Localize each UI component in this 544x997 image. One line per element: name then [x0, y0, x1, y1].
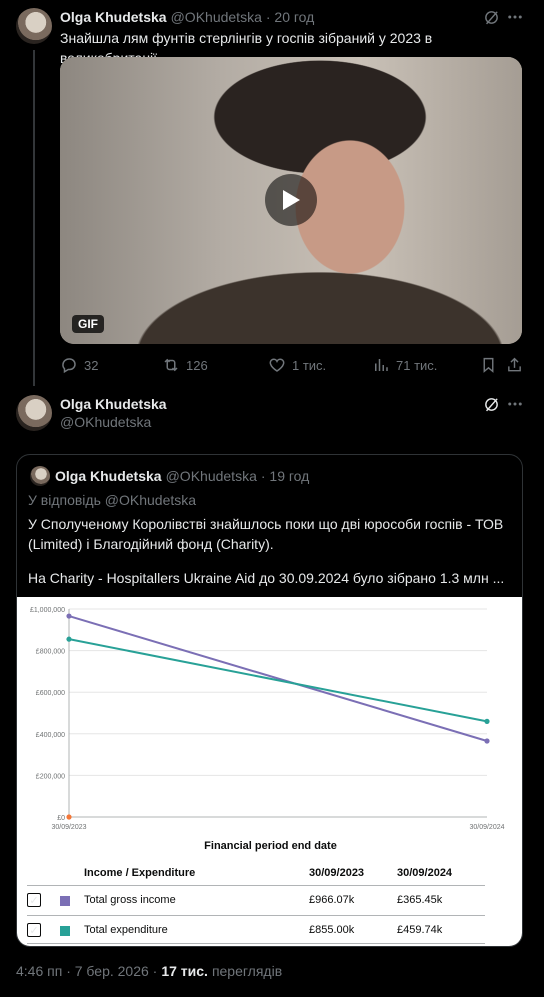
data-point	[66, 636, 72, 642]
like-button[interactable]: 1 тис.	[268, 356, 326, 374]
series-checkbox[interactable]: ✓	[27, 893, 41, 907]
data-point	[66, 613, 72, 619]
table-row-label: Total expenditure	[84, 924, 168, 936]
like-count: 1 тис.	[292, 357, 327, 373]
y-tick-label: £600,000	[36, 690, 65, 697]
line-chart: £0 £200,000 £400,000 £600,000 £800,000 £1,000…	[30, 607, 505, 831]
views-total: 17 тис.	[161, 963, 208, 979]
x-tick-label: 30/09/2023	[51, 824, 86, 831]
play-button[interactable]	[265, 174, 317, 226]
quoted-tweet[interactable]: Olga Khudetska @OKhudetska · 19 год У ві…	[16, 454, 523, 947]
tweet-footer: 4:46 пп · 7 бер. 2026 · 17 тис. перегляд…	[16, 963, 282, 979]
avatar[interactable]	[16, 395, 52, 431]
thread-line	[33, 50, 35, 386]
author-name[interactable]: Olga Khudetska	[60, 396, 167, 412]
repost-button[interactable]: 126	[162, 356, 208, 374]
quote-text-1: У Сполученому Королівстві знайшлось поки…	[28, 516, 504, 552]
table-divider	[27, 915, 485, 916]
table-header-2023: 30/09/2023	[309, 867, 365, 879]
author-handle[interactable]: @OKhudetska	[60, 414, 151, 430]
views-icon	[375, 359, 388, 371]
more-icon[interactable]	[506, 8, 524, 26]
data-point	[484, 718, 490, 724]
more-icon[interactable]	[506, 395, 524, 413]
chart-image: £0 £200,000 £400,000 £600,000 £800,000 £1,000…	[17, 597, 522, 946]
x-tick-label: 30/09/2024	[469, 824, 504, 831]
author-handle[interactable]: @OKhudetska	[171, 9, 262, 25]
data-point	[484, 738, 490, 744]
y-tick-label: £0	[57, 815, 65, 822]
avatar	[30, 466, 50, 486]
y-tick-label: £200,000	[36, 773, 65, 780]
repost-count: 126	[186, 357, 208, 373]
gif-badge: GIF	[72, 315, 104, 333]
x-axis-label: Financial period end date	[204, 840, 337, 852]
views-label: переглядів	[211, 963, 283, 979]
post-timestamp[interactable]: 4:46 пп · 7 бер. 2026 ·	[16, 963, 157, 979]
tweet-actions: 32 126 1 тис. 71 тис.	[60, 356, 522, 376]
series-line	[68, 615, 488, 742]
series-swatch	[60, 926, 70, 936]
reply-count: 32	[84, 357, 99, 373]
quote-author-name: Olga Khudetska	[55, 468, 162, 484]
reply-to-label: У відповідь @OKhudetska	[28, 492, 197, 508]
y-tick-label: £800,000	[36, 649, 65, 656]
bookmark-button[interactable]	[480, 356, 497, 374]
y-tick-label: £400,000	[36, 732, 65, 739]
table-divider	[27, 885, 485, 886]
tweet-header: Olga Khudetska @OKhudetska · 20 год	[60, 9, 314, 25]
tweet-time[interactable]: · 20 год	[266, 9, 314, 25]
quote-text-2: На Charity - Hospitallers Ukraine Aid до…	[28, 570, 505, 586]
table-cell: £459.74k	[397, 924, 443, 936]
reply-icon	[62, 358, 76, 374]
reply-button[interactable]: 32	[60, 356, 98, 374]
table-cell: £855.00k	[309, 924, 355, 936]
views-count: 71 тис.	[396, 357, 438, 373]
gif-media[interactable]: GIF	[60, 57, 522, 344]
series-checkbox[interactable]: ✓	[27, 923, 41, 937]
table-cell: £966.07k	[309, 894, 355, 906]
heart-icon	[269, 358, 285, 372]
play-icon	[283, 190, 300, 210]
series-swatch	[60, 896, 70, 906]
share-button[interactable]	[506, 356, 523, 374]
quote-header: Olga Khudetska @OKhudetska · 19 год	[55, 468, 309, 484]
table-cell: £365.45k	[397, 894, 443, 906]
share-icon	[508, 357, 521, 372]
views-button[interactable]: 71 тис.	[372, 356, 437, 374]
table-divider	[27, 943, 485, 944]
series-line	[68, 638, 488, 723]
table-header-2024: 30/09/2024	[397, 867, 453, 879]
table-row-label: Total gross income	[84, 894, 176, 906]
grok-icon[interactable]	[482, 8, 500, 26]
bookmark-icon	[483, 357, 494, 373]
grok-icon[interactable]	[482, 395, 500, 413]
origin-marker	[66, 814, 72, 820]
repost-icon	[164, 358, 178, 372]
y-tick-label: £1,000,000	[30, 607, 65, 614]
table-header-label: Income / Expenditure	[84, 867, 196, 879]
author-name[interactable]: Olga Khudetska	[60, 9, 167, 25]
quote-author-handle: @OKhudetska	[165, 468, 257, 484]
avatar[interactable]	[16, 8, 52, 44]
quote-time: · 19 год	[260, 468, 310, 484]
